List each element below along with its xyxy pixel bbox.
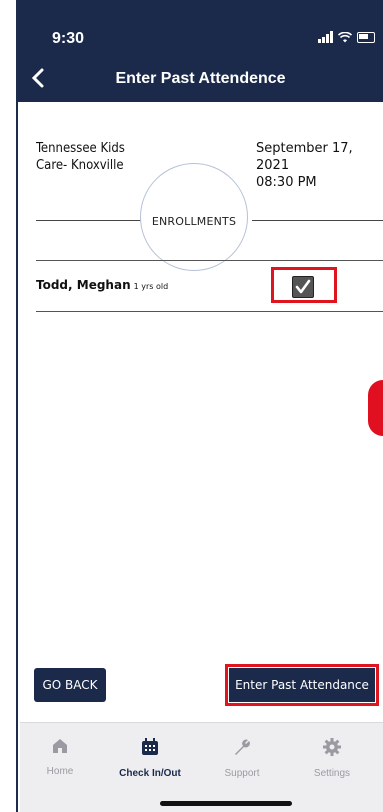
enter-past-attendance-button[interactable]: Enter Past Attendance bbox=[229, 668, 375, 702]
enrollments-label: ENROLLMENTS bbox=[151, 214, 237, 228]
attendance-checkbox[interactable] bbox=[292, 276, 314, 298]
center-name: Tennessee Kids Care- Knoxville bbox=[36, 141, 125, 173]
app-screen: 9:30 Enter Past Attendence Tennessee Kid… bbox=[0, 0, 383, 812]
wrench-icon bbox=[235, 739, 250, 755]
tab-home[interactable]: Home bbox=[20, 737, 100, 777]
divider-left bbox=[36, 220, 156, 221]
status-time: 9:30 bbox=[52, 30, 85, 47]
home-indicator bbox=[160, 801, 292, 806]
tab-label: Home bbox=[46, 766, 74, 777]
checkbox-highlight bbox=[271, 267, 337, 303]
tab-label: Support bbox=[224, 768, 260, 779]
gear-icon bbox=[323, 738, 341, 756]
tab-label: Check In/Out bbox=[119, 768, 181, 779]
children-list: Todd, Meghan 1 yrs old bbox=[36, 260, 383, 312]
floating-indicator bbox=[368, 380, 383, 436]
enrollments-button[interactable]: ENROLLMENTS bbox=[140, 163, 248, 271]
header-bar: 9:30 Enter Past Attendence bbox=[18, 0, 383, 102]
tab-check-in-out[interactable]: Check In/Out bbox=[110, 737, 190, 779]
page-title: Enter Past Attendence bbox=[115, 70, 286, 87]
center-info: Tennessee Kids Care- Knoxville September… bbox=[20, 140, 383, 271]
tab-settings[interactable]: Settings bbox=[292, 737, 372, 779]
home-icon bbox=[53, 739, 67, 753]
device-bezel bbox=[0, 0, 18, 812]
checkmark-icon bbox=[295, 279, 311, 294]
status-icons bbox=[318, 31, 375, 43]
list-item: Todd, Meghan 1 yrs old bbox=[36, 278, 168, 292]
tab-bar: Home Check In/Out Support Settings bbox=[20, 722, 383, 812]
signal-icon bbox=[318, 31, 333, 43]
tab-support[interactable]: Support bbox=[202, 737, 282, 779]
go-back-button[interactable]: GO BACK bbox=[34, 668, 106, 702]
child-name: Todd, Meghan bbox=[36, 278, 131, 292]
attendance-date: September 17, 2021 08:30 PM bbox=[256, 141, 353, 190]
divider-right bbox=[252, 220, 383, 221]
battery-icon bbox=[357, 31, 375, 43]
child-age: 1 yrs old bbox=[133, 282, 169, 291]
calendar-icon bbox=[142, 738, 158, 755]
tab-label: Settings bbox=[313, 768, 351, 779]
wifi-icon bbox=[338, 31, 352, 42]
